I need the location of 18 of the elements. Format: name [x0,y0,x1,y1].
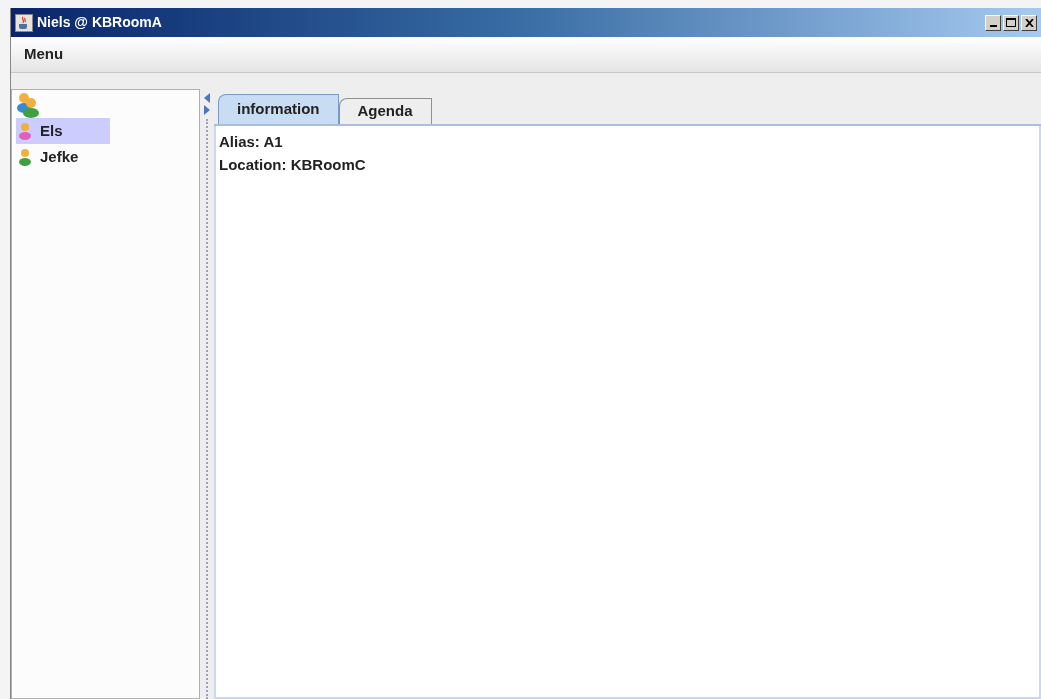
info-line: Alias: A1 [219,132,284,152]
maximize-icon [1006,18,1016,27]
minimize-button[interactable] [985,14,1001,31]
close-button[interactable] [1021,14,1037,31]
contact-item[interactable]: Jefke [16,144,110,170]
tab[interactable]: information [218,94,339,124]
group-icon[interactable] [16,92,40,118]
java-cup-icon [15,13,33,32]
contact-item[interactable]: Els [16,118,110,144]
close-icon [1024,18,1034,27]
tab[interactable]: Agenda [338,98,432,124]
collapse-left-icon[interactable] [204,93,210,103]
maximize-button[interactable] [1003,14,1019,31]
menu-item[interactable]: Menu [24,43,64,66]
expand-right-icon[interactable] [204,105,210,115]
minimize-icon [989,24,997,27]
info-line: Location: KBRoomC [219,155,367,175]
window-title: Niels @ KBRoomA [37,13,162,32]
